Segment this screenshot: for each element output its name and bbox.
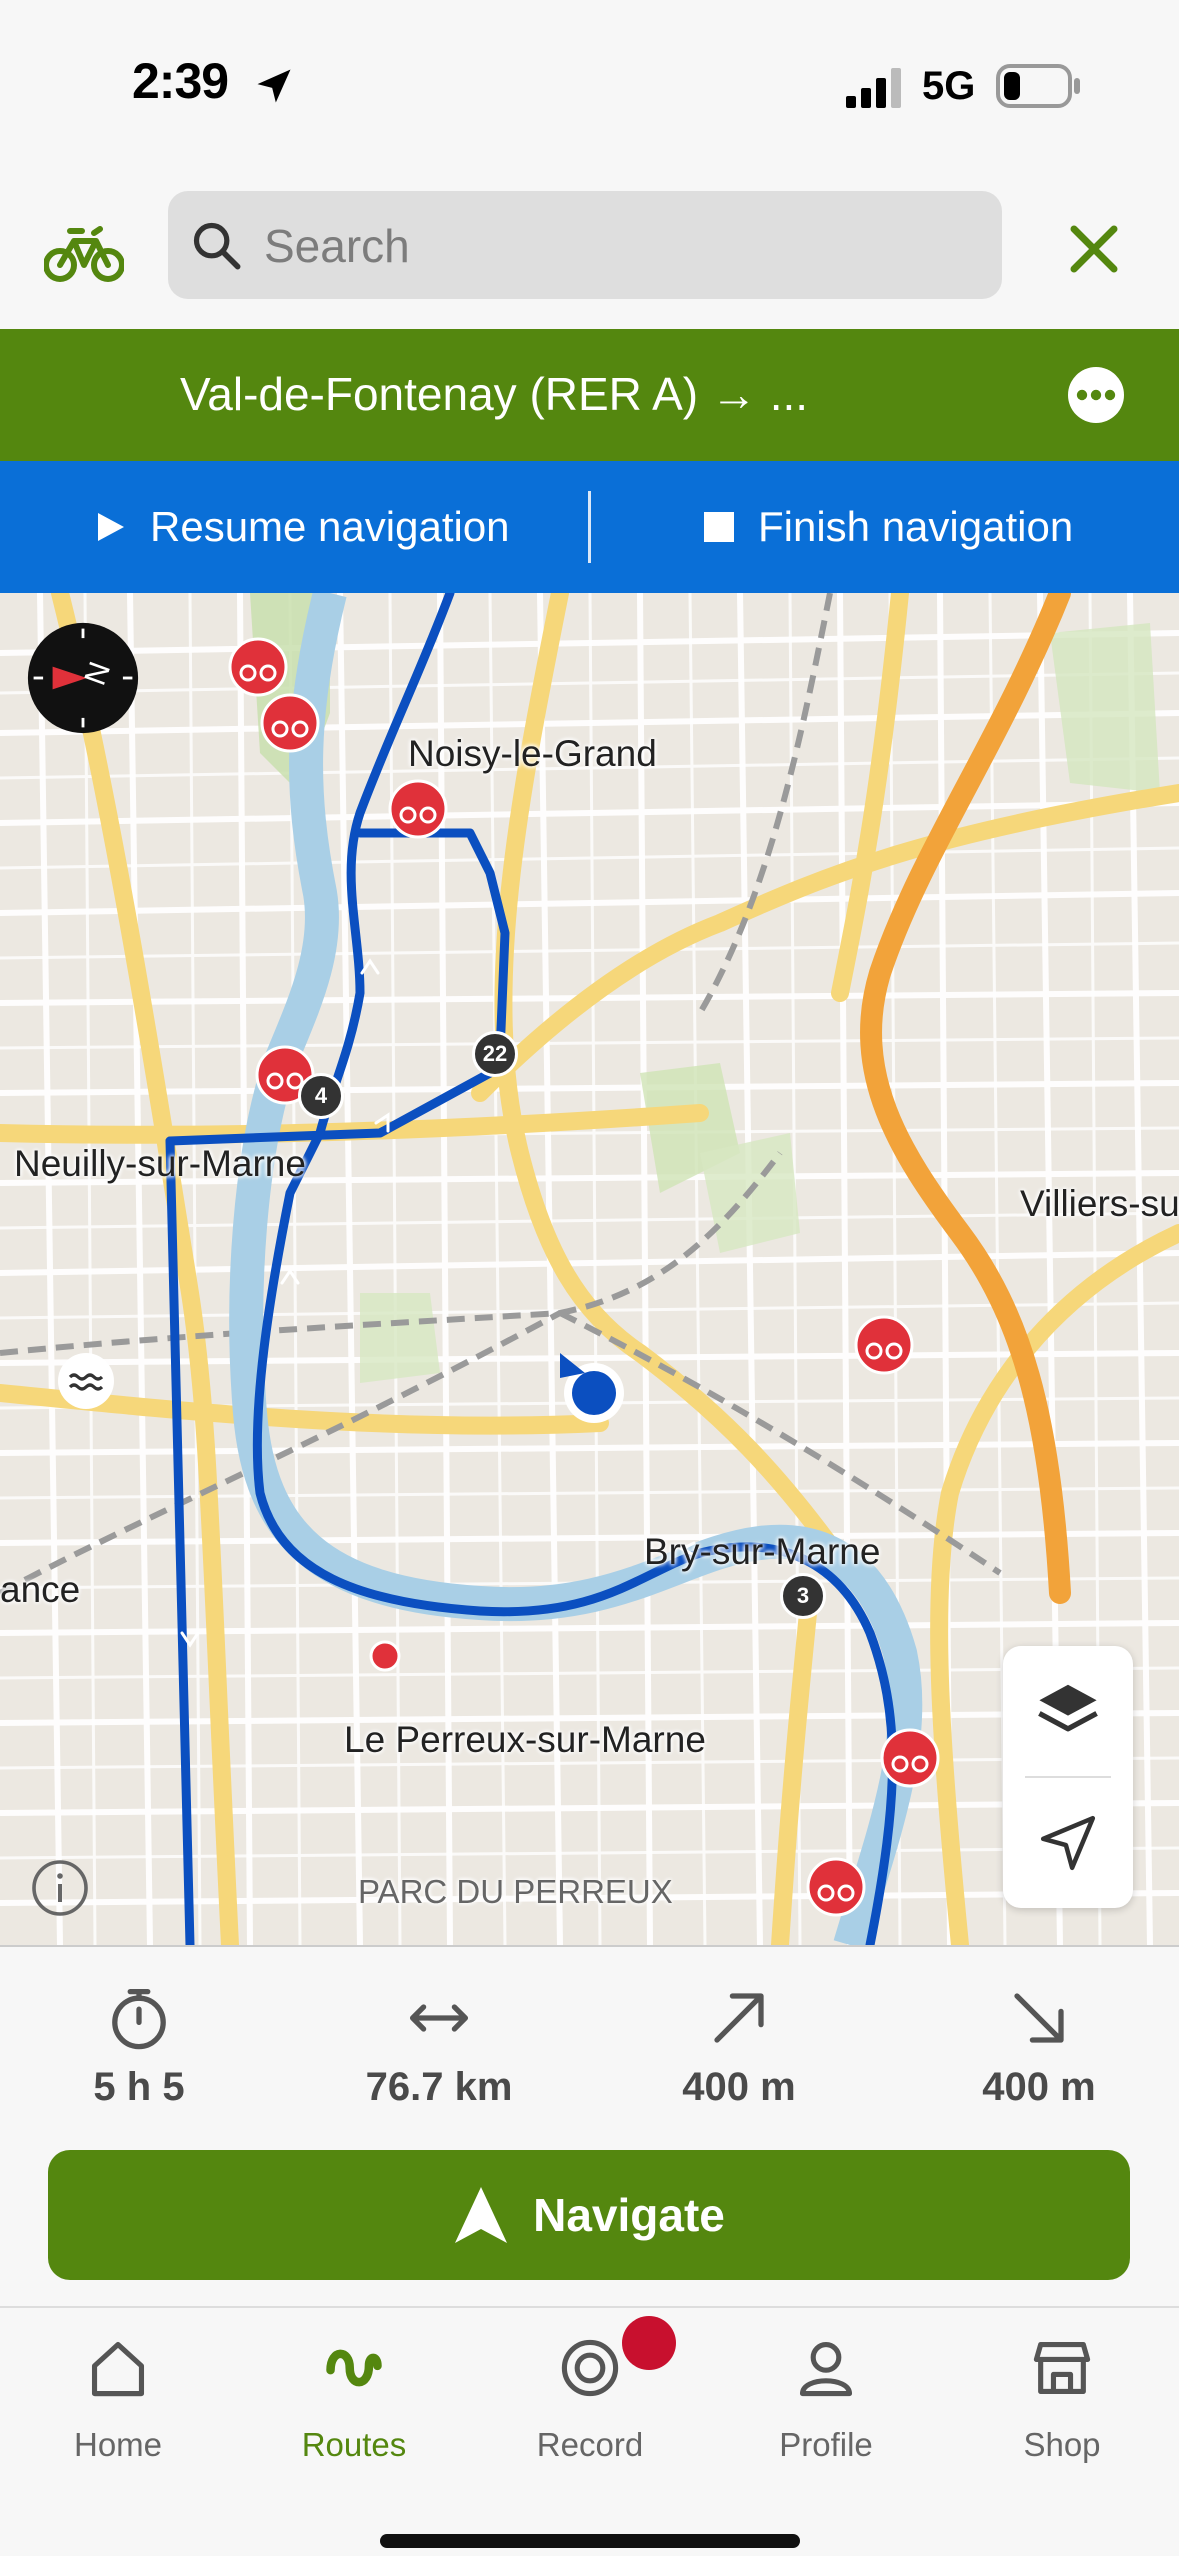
tab-label: Profile (779, 2426, 873, 2463)
compass-icon[interactable]: N (26, 621, 140, 735)
map-view[interactable]: 22 4 3 Noisy-le-Grand Neuilly-sur-Marne … (0, 593, 1179, 1945)
record-icon (561, 2339, 619, 2397)
map-controls (1003, 1646, 1133, 1908)
stat-ascent: 400 m (624, 1947, 854, 2142)
place-label: Neuilly-sur-Marne (14, 1143, 306, 1184)
search-input[interactable]: Search (168, 191, 1002, 299)
status-bar: 2:39 5G (0, 0, 1179, 175)
tab-routes[interactable]: Routes (236, 2308, 472, 2488)
waypoint-badge[interactable]: 3 (780, 1573, 826, 1619)
route-title[interactable]: Val-de-Fontenay (RER A) → ... (180, 367, 808, 421)
finish-navigation-button[interactable]: Finish navigation (704, 461, 1073, 593)
layers-icon[interactable] (1035, 1676, 1101, 1742)
tab-label: Home (73, 2426, 163, 2463)
place-label: Noisy-le-Grand (408, 733, 657, 774)
info-icon[interactable] (30, 1858, 90, 1918)
navigation-arrow-icon (455, 2187, 508, 2243)
distance-value: 76.7 km (365, 2065, 513, 2109)
waypoint-number: 22 (482, 1041, 508, 1066)
stop-icon (704, 512, 734, 542)
resume-navigation-label: Resume navigation (150, 503, 510, 550)
home-icon (91, 2341, 145, 2397)
place-label: PARC DU PERREUX (358, 1873, 673, 1910)
tab-label: Shop (1023, 2426, 1101, 2463)
duration-value: 5 h 5 (93, 2065, 185, 2109)
route-title-bar: Val-de-Fontenay (RER A) → ... (0, 329, 1179, 461)
tab-home[interactable]: Home (0, 2308, 236, 2488)
routes-icon (326, 2349, 382, 2387)
water-icon (58, 1353, 114, 1409)
waypoint-badge[interactable]: 4 (298, 1073, 344, 1119)
tab-record[interactable]: Record (472, 2308, 708, 2488)
search-icon (193, 222, 241, 270)
locate-me-icon[interactable] (1037, 1812, 1099, 1874)
place-label: ance (0, 1569, 81, 1610)
navigate-button[interactable]: Navigate (48, 2150, 1130, 2280)
search-placeholder: Search (264, 220, 410, 272)
ascent-icon (714, 1993, 764, 2043)
search-header: Search (0, 175, 1179, 329)
nav-divider (588, 491, 591, 563)
navigate-label: Navigate (533, 2189, 725, 2241)
tab-profile[interactable]: Profile (708, 2308, 944, 2488)
waypoint-number: 3 (796, 1583, 810, 1608)
status-time: 2:39 (132, 53, 229, 109)
play-icon (98, 513, 124, 541)
place-label: Bry-sur-Marne (644, 1531, 881, 1572)
more-options-icon[interactable] (1066, 365, 1126, 425)
stat-descent: 400 m (924, 1947, 1154, 2142)
navigation-bar: Resume navigation Finish navigation (0, 461, 1179, 593)
shop-icon (1033, 2341, 1091, 2395)
descent-icon (1014, 1993, 1064, 2043)
place-label: Villiers-su (1020, 1183, 1179, 1224)
network-type: 5G (922, 64, 976, 108)
route-stats: 5 h 5 76.7 km 400 m 400 m (0, 1945, 1179, 2140)
battery-icon (996, 64, 1080, 108)
profile-icon (799, 2341, 853, 2397)
tab-shop[interactable]: Shop (944, 2308, 1179, 2488)
stopwatch-icon (112, 1988, 166, 2050)
place-label: Le Perreux-sur-Marne (344, 1719, 706, 1760)
waypoint-badge[interactable]: 22 (472, 1031, 518, 1077)
resume-navigation-button[interactable]: Resume navigation (96, 461, 510, 593)
ascent-value: 400 m (682, 2065, 796, 2109)
tab-bar: Home Routes Record Profile Shop (0, 2306, 1179, 2556)
waypoint-number: 4 (314, 1083, 328, 1108)
controls-divider (1025, 1776, 1111, 1778)
home-indicator (380, 2534, 800, 2548)
stat-duration: 5 h 5 (24, 1947, 254, 2142)
bike-icon[interactable] (44, 213, 124, 285)
location-arrow-icon (257, 69, 291, 103)
signal-icon (846, 68, 901, 108)
tab-label: Record (536, 2426, 644, 2463)
record-notification-dot (622, 2316, 676, 2370)
close-icon[interactable] (1064, 219, 1124, 279)
distance-icon (409, 2004, 469, 2032)
finish-navigation-label: Finish navigation (758, 503, 1074, 550)
tab-label: Routes (301, 2426, 407, 2463)
descent-value: 400 m (982, 2065, 1096, 2109)
stat-distance: 76.7 km (324, 1947, 554, 2142)
